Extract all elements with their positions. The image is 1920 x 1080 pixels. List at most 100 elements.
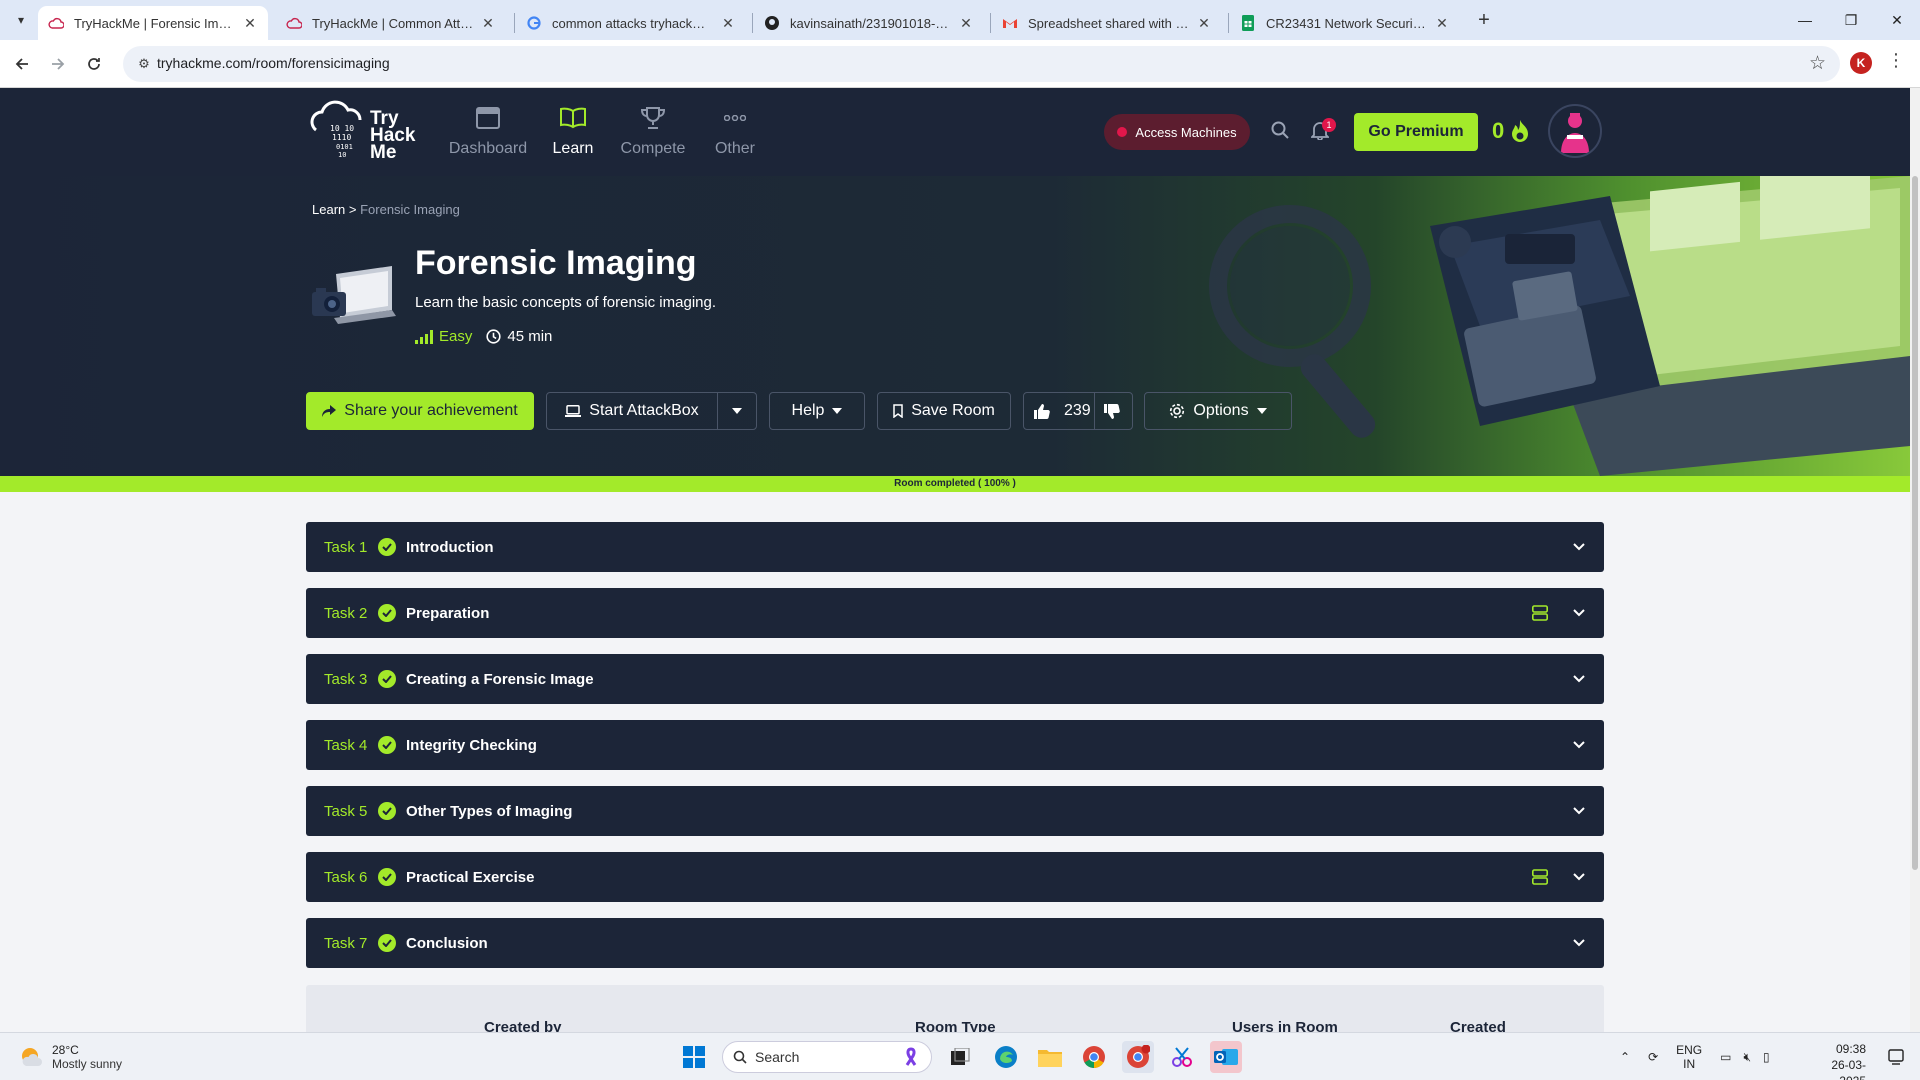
site-info-icon[interactable]: ⚙ [135, 55, 153, 73]
sync-icon[interactable]: ⟳ [1648, 1050, 1658, 1064]
chevron-down-icon[interactable] [1572, 801, 1586, 826]
snipping-tool-icon[interactable] [1166, 1041, 1198, 1073]
streak-counter[interactable]: 0 [1492, 118, 1530, 144]
tab-title: CR23431 Network Security - Lal [1266, 15, 1428, 31]
search-icon[interactable] [1268, 118, 1292, 142]
google-icon [526, 15, 542, 31]
attackbox-dropdown-button[interactable] [717, 392, 757, 430]
chevron-down-icon[interactable] [1572, 933, 1586, 958]
start-attackbox-button[interactable]: Start AttackBox [546, 392, 718, 430]
caret-down-icon [732, 408, 742, 414]
chevron-down-icon[interactable] [1572, 669, 1586, 694]
language-indicator[interactable]: ENG IN [1676, 1043, 1702, 1071]
volume-muted-icon[interactable]: 🔇︎ [1743, 1050, 1751, 1065]
task-row[interactable]: Task 2 Preparation [306, 588, 1604, 638]
chevron-down-icon[interactable] [1572, 603, 1586, 628]
tab-gmail[interactable]: Spreadsheet shared with you: " ✕ [992, 6, 1222, 40]
task-row[interactable]: Task 7 Conclusion [306, 918, 1604, 968]
reload-button[interactable] [80, 50, 108, 78]
outlook-icon[interactable] [1210, 1041, 1242, 1073]
tab-title: Spreadsheet shared with you: " [1028, 15, 1190, 31]
tab-close-icon[interactable]: ✕ [958, 15, 974, 32]
task-number: Task 5 [324, 802, 368, 820]
gear-icon [1170, 403, 1185, 419]
browser-menu-icon[interactable]: ⋮ [1886, 50, 1906, 78]
battery-icon[interactable]: ▯ [1763, 1050, 1770, 1064]
system-tray: ⌃ ⟳ ENG IN ▭ 🔇︎ ▯ [1620, 1033, 1770, 1080]
nav-learn[interactable]: Learn [528, 104, 618, 158]
task-row[interactable]: Task 4 Integrity Checking [306, 720, 1604, 770]
clock[interactable]: 09:38 26-03-2025 [1812, 1041, 1866, 1080]
chrome-icon[interactable] [1078, 1041, 1110, 1073]
tab-search-icon[interactable]: ▾ [10, 9, 32, 31]
task-row[interactable]: Task 6 Practical Exercise [306, 852, 1604, 902]
new-tab-button[interactable]: + [1470, 6, 1498, 34]
help-button[interactable]: Help [769, 392, 865, 430]
chrome-profile-icon[interactable] [1122, 1041, 1154, 1073]
svg-text:10: 10 [338, 151, 346, 159]
thumbs-up-icon[interactable] [1034, 403, 1050, 419]
bookmark-star-icon[interactable]: ☆ [1809, 52, 1826, 75]
network-icon[interactable]: ▭ [1720, 1050, 1731, 1064]
close-window-button[interactable]: ✕ [1874, 0, 1920, 40]
chevron-down-icon[interactable] [1572, 735, 1586, 760]
access-machines-label: Access Machines [1135, 124, 1237, 140]
breadcrumb-current: Forensic Imaging [360, 202, 460, 217]
address-bar-row: ⚙ tryhackme.com/room/forensicimaging ☆ K… [0, 40, 1920, 88]
save-room-button[interactable]: Save Room [877, 392, 1011, 430]
chevron-down-icon[interactable] [1572, 867, 1586, 892]
tab-google-search[interactable]: common attacks tryhackme - G ✕ [516, 6, 746, 40]
task-view-icon[interactable] [944, 1041, 976, 1073]
minimize-button[interactable]: — [1782, 0, 1828, 40]
breadcrumb-learn[interactable]: Learn [312, 202, 345, 217]
nav-dashboard[interactable]: Dashboard [443, 104, 533, 158]
options-button[interactable]: Options [1144, 392, 1292, 430]
task-row[interactable]: Task 1 Introduction [306, 522, 1604, 572]
tab-github[interactable]: kavinsainath/231901018-CR234 ✕ [754, 6, 984, 40]
profile-avatar[interactable]: K [1850, 52, 1872, 74]
thumbs-down-icon[interactable] [1104, 404, 1120, 419]
cloud-logo-icon: 10 10 1110 0101 10 [310, 100, 362, 159]
url-text: tryhackme.com/room/forensicimaging [157, 55, 390, 71]
tab-close-icon[interactable]: ✕ [1434, 15, 1450, 32]
nav-compete[interactable]: Compete [608, 104, 698, 158]
share-achievement-button[interactable]: Share your achievement [306, 392, 534, 430]
taskbar-search[interactable]: Search [722, 1041, 932, 1073]
tab-close-icon[interactable]: ✕ [480, 15, 496, 32]
forward-button[interactable] [44, 50, 72, 78]
tab-google-sheets[interactable]: CR23431 Network Security - Lal ✕ [1230, 6, 1460, 40]
user-avatar[interactable] [1548, 104, 1602, 158]
access-machines-button[interactable]: Access Machines [1104, 114, 1250, 150]
edge-icon[interactable] [990, 1041, 1022, 1073]
task-row[interactable]: Task 3 Creating a Forensic Image [306, 654, 1604, 704]
notifications-icon[interactable] [1880, 1041, 1912, 1073]
tab-forensic-imaging[interactable]: TryHackMe | Forensic Imaging ✕ [38, 6, 268, 40]
show-hidden-icons-icon[interactable]: ⌃ [1620, 1050, 1630, 1064]
tab-title: kavinsainath/231901018-CR234 [790, 15, 952, 31]
nav-other[interactable]: Other [690, 104, 780, 158]
windows-start-icon[interactable] [678, 1041, 710, 1073]
date: 26-03-2025 [1831, 1058, 1866, 1080]
back-button[interactable] [8, 50, 36, 78]
chevron-down-icon[interactable] [1572, 537, 1586, 562]
tab-close-icon[interactable]: ✕ [242, 15, 258, 32]
tab-title: TryHackMe | Forensic Imaging [74, 15, 236, 31]
room-description: Learn the basic concepts of forensic ima… [415, 294, 717, 311]
go-premium-button[interactable]: Go Premium [1354, 113, 1478, 151]
tab-title: TryHackMe | Common Attacks [312, 15, 474, 31]
tab-close-icon[interactable]: ✕ [1196, 15, 1212, 32]
file-explorer-icon[interactable] [1034, 1041, 1066, 1073]
tab-close-icon[interactable]: ✕ [720, 15, 736, 32]
url-field[interactable]: ⚙ tryhackme.com/room/forensicimaging ☆ [123, 46, 1840, 82]
scrollbar-thumb[interactable] [1912, 176, 1918, 870]
task-number: Task 4 [324, 736, 368, 754]
task-title: Creating a Forensic Image [406, 670, 594, 688]
restore-button[interactable]: ❐ [1828, 0, 1874, 40]
tab-common-attacks[interactable]: TryHackMe | Common Attacks ✕ [276, 6, 506, 40]
task-row[interactable]: Task 5 Other Types of Imaging [306, 786, 1604, 836]
room-thumbnail-icon [312, 266, 396, 324]
difficulty-bars-icon [415, 329, 433, 344]
tryhackme-logo[interactable]: 10 10 1110 0101 10 Try Hack Me [306, 98, 426, 164]
completed-check-icon [378, 802, 396, 820]
weather-widget[interactable]: 28°C Mostly sunny [18, 1043, 122, 1071]
